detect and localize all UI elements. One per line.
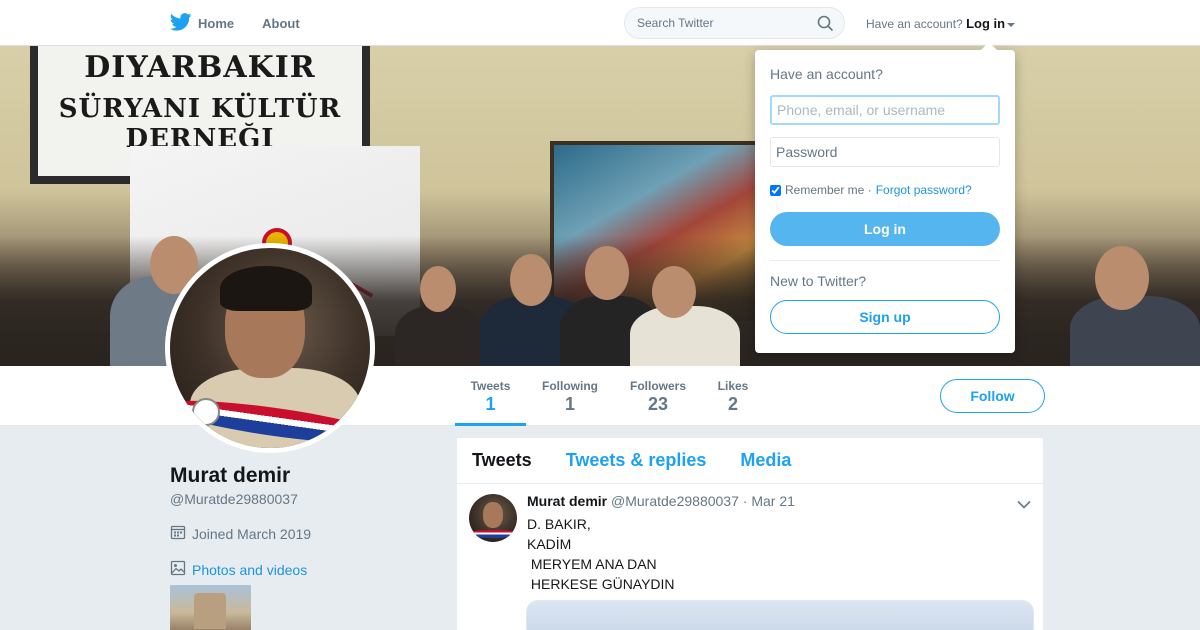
tweet-media[interactable]: [526, 600, 1034, 630]
top-navigation: Home About Have an account? Log in: [0, 0, 1200, 46]
remember-me-label: Remember me ·: [785, 183, 872, 197]
joined-date: Joined March 2019: [170, 524, 311, 543]
joined-label: Joined March 2019: [192, 525, 312, 542]
stat-tweets-label: Tweets: [470, 379, 511, 393]
tweet-date[interactable]: · Mar 21: [743, 493, 795, 509]
account-prompt: Have an account?: [866, 17, 963, 31]
profile-name[interactable]: Murat demir: [170, 464, 290, 488]
nav-about-label: About: [262, 15, 300, 31]
username-field[interactable]: [770, 95, 1000, 125]
stat-tweets-value: 1: [485, 394, 496, 414]
stat-followers[interactable]: Followers 23: [624, 366, 692, 426]
stat-likes[interactable]: Likes 2: [712, 366, 754, 426]
stat-following[interactable]: Following 1: [536, 366, 604, 426]
photo-thumbnail[interactable]: [170, 585, 251, 630]
account-menu: Have an account? Log in: [866, 16, 1016, 31]
stat-followers-label: Followers: [629, 379, 686, 393]
tab-tweets[interactable]: Tweets: [472, 450, 532, 471]
banner-sign-line2: SÜRYANI KÜLTÜR DERNEĞI: [58, 94, 342, 154]
caret-down-icon[interactable]: [1007, 22, 1016, 27]
photos-videos-label: Photos and videos: [192, 561, 308, 578]
stat-following-value: 1: [564, 394, 575, 414]
nav-about[interactable]: About: [262, 16, 300, 31]
forgot-password-link[interactable]: Forgot password?: [876, 183, 972, 197]
search-input[interactable]: [637, 16, 807, 30]
photo-icon: [170, 560, 186, 579]
stat-followers-value: 23: [647, 394, 669, 414]
chevron-down-icon[interactable]: [1017, 496, 1031, 514]
login-button[interactable]: Log in: [770, 212, 1000, 246]
profile-avatar-image: [170, 248, 370, 448]
nav-left: Home About: [169, 0, 300, 46]
tweet-author[interactable]: Murat demir: [527, 493, 607, 509]
tweet-text: D. BAKIR, KADİM MERYEM ANA DAN HERKESE G…: [527, 516, 675, 592]
new-to-twitter-label: New to Twitter?: [770, 273, 867, 289]
search-box[interactable]: [624, 7, 845, 39]
stat-likes-value: 2: [727, 394, 738, 414]
twitter-bird-icon: [169, 12, 192, 34]
nav-home[interactable]: Home: [169, 12, 235, 34]
remember-row: Remember me · Forgot password?: [770, 183, 972, 197]
tweet-avatar[interactable]: [469, 494, 517, 542]
login-toggle[interactable]: Log in: [966, 16, 1005, 31]
signup-button[interactable]: Sign up: [770, 300, 1000, 334]
photos-videos-link[interactable]: Photos and videos: [170, 560, 307, 579]
divider: [770, 260, 1000, 261]
profile-avatar[interactable]: [165, 243, 375, 453]
tab-media[interactable]: Media: [740, 450, 791, 471]
search-icon[interactable]: [817, 15, 834, 37]
stat-tweets[interactable]: Tweets 1: [455, 366, 526, 426]
banner-sign-line1: DIYARBAKIR: [84, 50, 316, 85]
stat-likes-label: Likes: [717, 379, 749, 393]
timeline-tabs: Tweets Tweets & replies Media: [457, 438, 1043, 484]
follow-button[interactable]: Follow: [940, 379, 1045, 413]
login-title: Have an account?: [770, 66, 883, 82]
tweet-header: Murat demir @Muratde29880037 · Mar 21: [527, 493, 795, 509]
remember-me-checkbox[interactable]: [770, 184, 781, 196]
calendar-icon: [170, 524, 186, 543]
tab-tweets-replies[interactable]: Tweets & replies: [566, 450, 707, 471]
nav-home-label: Home: [198, 15, 235, 31]
tweet-handle[interactable]: @Muratde29880037: [611, 493, 739, 509]
emblem-icon: [192, 398, 220, 426]
password-field[interactable]: [770, 137, 1000, 167]
stat-following-label: Following: [542, 379, 598, 393]
profile-handle[interactable]: @Muratde29880037: [170, 491, 298, 507]
login-dropdown: Have an account? Remember me · Forgot pa…: [755, 42, 1015, 353]
